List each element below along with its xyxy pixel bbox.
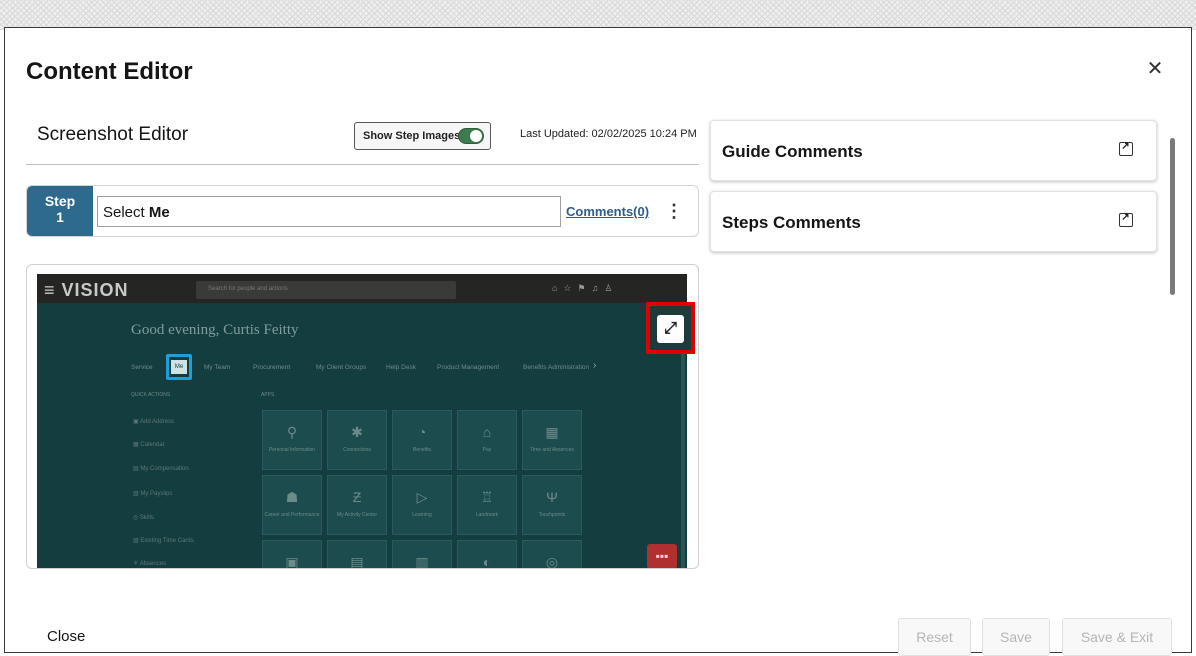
shot-tab: My Client Groups bbox=[316, 364, 367, 371]
shot-app-tile: ▦ Time and Absences bbox=[522, 410, 582, 470]
shot-tabs: Service My Team Procurement My Client Gr… bbox=[131, 364, 611, 376]
shot-app-tile: ⚲ Personal Information bbox=[262, 410, 322, 470]
shot-app-tile: ☗ Career and Performance bbox=[262, 475, 322, 535]
shot-tab: My Team bbox=[204, 364, 231, 371]
step-badge-number: 1 bbox=[56, 209, 64, 225]
shot-app-tile: ▤ bbox=[327, 540, 387, 568]
shot-topbar: ≡ VISION Search for people and actions ⌂… bbox=[37, 274, 687, 303]
shot-app-tile: ♖ Landmark bbox=[457, 475, 517, 535]
shot-topbar-icons: ⌂☆⚑♫♙ bbox=[552, 283, 619, 293]
shot-app-tile: ✱ Connections bbox=[327, 410, 387, 470]
shot-app-tile: ◎ bbox=[522, 540, 582, 568]
shot-tab: Procurement bbox=[253, 364, 291, 371]
more-vertical-icon[interactable]: ⋮ bbox=[665, 200, 683, 222]
shot-quick-actions-header: QUICK ACTIONS bbox=[131, 392, 171, 398]
save-exit-button[interactable]: Save & Exit bbox=[1062, 618, 1172, 656]
shot-me-highlight: Me bbox=[166, 354, 192, 380]
step-badge: Step 1 bbox=[27, 186, 93, 236]
dialog-title: Content Editor bbox=[26, 58, 193, 85]
show-step-images-toggle[interactable] bbox=[458, 128, 484, 144]
step-text-prefix: Select bbox=[103, 204, 149, 221]
expand-highlight-box: ⤢ bbox=[646, 302, 695, 354]
shot-search: Search for people and actions bbox=[196, 281, 456, 299]
shot-app-tile: ◐ bbox=[457, 540, 517, 568]
popout-icon[interactable]: ↗ bbox=[1119, 212, 1133, 227]
shot-greeting: Good evening, Curtis Feitty bbox=[131, 322, 299, 338]
step-row: Step 1 Select Me Comments(0) ⋮ bbox=[26, 185, 699, 237]
popout-icon[interactable]: ↗ bbox=[1119, 141, 1133, 156]
shot-app-tile: ▣ bbox=[262, 540, 322, 568]
guide-comments-title: Guide Comments bbox=[722, 142, 863, 161]
shot-app-tile: Ƶ My Activity Center bbox=[327, 475, 387, 535]
shot-app-tile: ▷ Learning bbox=[392, 475, 452, 535]
step-text-input[interactable]: Select Me bbox=[97, 196, 561, 227]
shot-me-tab: Me bbox=[171, 360, 187, 374]
steps-comments-title: Steps Comments bbox=[722, 213, 861, 232]
shot-quick-action: ▣ Add Address bbox=[133, 419, 175, 425]
shot-logo: ≡ VISION bbox=[44, 280, 129, 300]
right-panel-scrollbar[interactable] bbox=[1170, 138, 1175, 295]
step-text-bold: Me bbox=[148, 204, 170, 221]
show-step-images-label: Show Step Images bbox=[363, 130, 461, 142]
shot-app-tile: ⌂ Pay bbox=[457, 410, 517, 470]
guide-comments-card[interactable]: Guide Comments ↗ bbox=[710, 120, 1157, 181]
shot-quick-action: ▦ Calendar bbox=[133, 442, 165, 448]
chevron-right-icon: › bbox=[593, 360, 597, 371]
shot-app-tile: ◔ Benefits bbox=[392, 410, 452, 470]
steps-comments-card[interactable]: Steps Comments ↗ bbox=[710, 191, 1157, 252]
save-button[interactable]: Save bbox=[982, 618, 1050, 656]
expand-icon[interactable]: ⤢ bbox=[657, 315, 684, 343]
reset-button[interactable]: Reset bbox=[898, 618, 971, 656]
shot-apps-header: APPS bbox=[261, 392, 275, 398]
shot-quick-action: ▥ My Payslips bbox=[133, 491, 173, 497]
close-button[interactable]: Close bbox=[47, 628, 85, 645]
show-step-images-button[interactable]: Show Step Images bbox=[354, 122, 491, 150]
screenshot-editor-title: Screenshot Editor bbox=[37, 124, 189, 145]
shot-app-tile: Ψ Touchpoints bbox=[522, 475, 582, 535]
shot-tab: Benefits Administration bbox=[523, 364, 590, 371]
shot-tab: Product Management bbox=[437, 364, 500, 371]
shot-app-tile: ▥ bbox=[392, 540, 452, 568]
step-badge-label: Step bbox=[44, 193, 76, 209]
shot-quick-action: ▧ Existing Time Cards bbox=[133, 538, 194, 544]
chat-icon: ▪▪▪ bbox=[647, 544, 677, 568]
content-editor-dialog: Content Editor ✕ Screenshot Editor Show … bbox=[4, 27, 1192, 656]
divider bbox=[26, 164, 699, 165]
close-icon[interactable]: ✕ bbox=[1144, 58, 1166, 80]
shot-tab: Service bbox=[131, 364, 153, 371]
toggle-knob bbox=[470, 130, 482, 142]
last-updated-text: Last Updated: 02/02/2025 10:24 PM bbox=[520, 128, 697, 140]
screenshot-preview: ≡ VISION Search for people and actions ⌂… bbox=[26, 264, 699, 569]
background-pattern bbox=[0, 0, 1196, 30]
shot-tab: Help Desk bbox=[386, 364, 416, 371]
shot-quick-action: ⚘ Absences bbox=[133, 561, 167, 567]
shot-quick-action: ▤ My Compensation bbox=[133, 466, 189, 472]
step-screenshot-image: ≡ VISION Search for people and actions ⌂… bbox=[37, 274, 687, 568]
comments-link[interactable]: Comments(0) bbox=[566, 204, 649, 219]
shot-quick-action: ◎ Skills bbox=[133, 515, 154, 521]
